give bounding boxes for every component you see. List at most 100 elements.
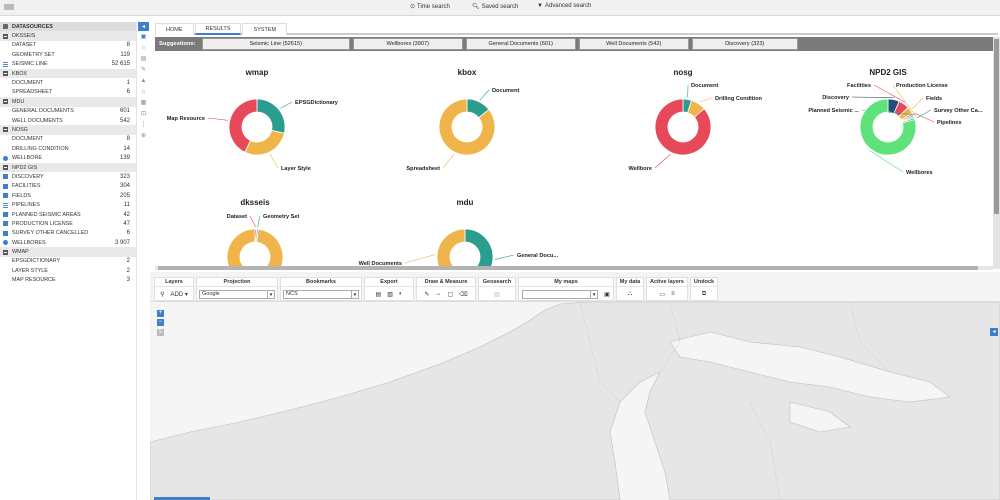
sidebar-item[interactable]: LAYER STYLE 2 (0, 266, 136, 275)
sidebar-item[interactable]: SURVEY OTHER CANCELLED 6 (0, 229, 136, 238)
suggestion-button[interactable]: Discovery (323) (691, 38, 798, 50)
point-layer-icon (3, 240, 8, 246)
sidebar-item[interactable]: SPREADSHEET 6 (0, 88, 136, 97)
datasources-header[interactable]: DATASOURCES (0, 22, 136, 32)
zoom-in-button[interactable]: + (157, 310, 164, 317)
more-icon[interactable]: ⋮ (138, 119, 149, 130)
sidebar-group[interactable]: NOSG (0, 125, 136, 135)
sidebar-count: 47 (123, 220, 130, 227)
sidebar-item[interactable]: WELLBORES 3 907 (0, 238, 136, 247)
active-layers-group: Active layers ▭ ≡ (646, 277, 688, 301)
slice-label: Fields (926, 96, 942, 102)
star-icon[interactable]: ☆ (138, 42, 149, 53)
suggestion-button[interactable]: Seismic Line (52615) (201, 38, 350, 50)
collapse-icon[interactable] (3, 249, 8, 255)
tab-home[interactable]: HOME (155, 23, 194, 35)
suggestion-button[interactable]: Well Documents (542) (578, 38, 689, 50)
sidebar-count: 1 (126, 80, 130, 87)
collapse-icon[interactable] (3, 33, 8, 39)
sidebar-item[interactable]: PIPELINES 11 (0, 200, 136, 209)
sidebar-item[interactable]: GEOMETRY SET 119 (0, 50, 136, 59)
layers-icon[interactable]: ▣ (138, 31, 149, 42)
scrollbar-thumb[interactable] (994, 39, 999, 214)
layers-group: Layers ⚲ ADD ▾ (154, 277, 194, 301)
donut-slice[interactable] (244, 129, 285, 156)
sidebar-item[interactable]: MAP RESOURCE 3 (0, 276, 136, 285)
tab-results[interactable]: RESULTS (194, 23, 242, 35)
spacer-icon (3, 52, 8, 57)
list-icon[interactable]: ≡ (671, 291, 675, 297)
collapse-icon[interactable] (3, 127, 8, 133)
donut-slice[interactable] (256, 98, 286, 134)
list-icon[interactable]: ▤ (138, 53, 149, 64)
pencil-icon[interactable]: ✎ (424, 291, 429, 298)
sidebar-item[interactable]: DOCUMENT 8 (0, 135, 136, 144)
sidebar-group[interactable]: NPD2 GIS (0, 162, 136, 173)
add-layer-button[interactable]: ADD ▾ (171, 291, 188, 298)
sidebar-item[interactable]: DATASET 8 (0, 41, 136, 50)
sidebar-group[interactable]: WMAP (0, 247, 136, 257)
export-globe-icon[interactable]: ◐ (399, 291, 403, 297)
zoom-out-button[interactable]: − (157, 319, 164, 326)
zoom-icon[interactable]: ⊕ (138, 130, 149, 141)
donut-chart: kbox Document Spreadsheet (406, 68, 519, 172)
sidebar-item[interactable]: DRILLING CONDITION 14 (0, 144, 136, 153)
tree-icon[interactable]: ⛬ (628, 291, 632, 298)
suggestion-button[interactable]: Wellbores (3907) (352, 38, 463, 50)
sidebar-item[interactable]: EPSGDICTIONARY 2 (0, 257, 136, 266)
image-icon[interactable]: ▦ (138, 97, 149, 108)
sidebar-item[interactable]: PRODUCTION LICENSE 47 (0, 219, 136, 228)
cart-icon[interactable]: ⌂ (138, 86, 149, 97)
sidebar-item[interactable]: FIELDS 205 (0, 191, 136, 200)
square-icon[interactable]: ▢ (447, 291, 453, 298)
time-search-button[interactable]: ⊙ Time search (410, 3, 450, 11)
sidebar-group[interactable]: DKSSEIS (0, 31, 136, 41)
suggestion-button[interactable]: General Documents (601) (465, 38, 576, 50)
advanced-search-button[interactable]: ▼ Advanced search (537, 3, 591, 9)
collapse-icon[interactable] (3, 165, 8, 171)
hscroll-thumb[interactable] (158, 266, 978, 270)
sidebar-item[interactable]: SEISMIC LINE 52 615 (0, 60, 136, 69)
donut-slice[interactable] (436, 228, 466, 266)
export-image-icon[interactable]: ▧ (387, 291, 393, 298)
saved-search-button[interactable]: 🔍︎ Saved search (472, 3, 518, 11)
eraser-icon[interactable]: ⌫ (459, 291, 467, 298)
panel-toggle-icon[interactable]: ◂ (990, 328, 998, 336)
collapse-arrow-icon[interactable]: ◂ (138, 22, 149, 31)
sidebar-label: NPD2 GIS (12, 164, 38, 171)
sidebar-item[interactable]: WELLBORE 139 (0, 153, 136, 162)
sidebar-item[interactable]: WELL DOCUMENTS 542 (0, 116, 136, 125)
sidebar-item[interactable]: DOCUMENT 1 (0, 78, 136, 87)
donut-slice[interactable] (226, 228, 284, 266)
collapse-icon[interactable] (3, 99, 8, 105)
slice-label: Wellbore (628, 166, 652, 172)
settings-icon[interactable]: ⊡ (138, 108, 149, 119)
undock-icon[interactable]: ⧉ (702, 291, 706, 298)
chart-icon[interactable]: ▲ (138, 75, 149, 86)
sidebar-item[interactable]: DISCOVERY 323 (0, 172, 136, 181)
charts-hscrollbar[interactable] (155, 266, 993, 270)
measure-line-icon[interactable]: ↔ (435, 291, 441, 297)
sidebar-item[interactable]: GENERAL DOCUMENTS 601 (0, 107, 136, 116)
sidebar-group[interactable]: KBOX (0, 68, 136, 79)
sidebar-count: 8 (126, 136, 130, 143)
bookmarks-select[interactable]: NCS ▼ (283, 289, 359, 299)
sidebar-count: 205 (119, 192, 130, 199)
results-scrollbar[interactable] (993, 37, 1000, 269)
mymaps-select[interactable]: ▼ (522, 289, 599, 299)
panel-icon[interactable]: ▭ (659, 291, 665, 298)
geosearch-icon[interactable]: ▥ (494, 291, 500, 298)
tab-system[interactable]: SYSTEM (242, 23, 288, 35)
collapse-icon[interactable] (3, 71, 8, 77)
sidebar-item[interactable]: FACILITIES 304 (0, 182, 136, 191)
edit-icon[interactable]: ✎ (138, 64, 149, 75)
map-view[interactable]: + − s ◂ (150, 302, 1000, 500)
sidebar-label: MAP RESOURCE (12, 277, 56, 284)
zoom-reset-button[interactable]: s (157, 329, 164, 336)
export-pdf-icon[interactable]: ▤ (376, 291, 382, 298)
sidebar-group[interactable]: MDU (0, 97, 136, 107)
projection-select[interactable]: Google ▼ (199, 289, 275, 299)
save-icon[interactable]: ▣ (604, 291, 610, 298)
donut-charts-svg: wmap EPSGDictionary Layer Style Map Resourc… (167, 68, 983, 266)
sidebar-item[interactable]: PLANNED SEISMIC AREAS 42 (0, 210, 136, 219)
